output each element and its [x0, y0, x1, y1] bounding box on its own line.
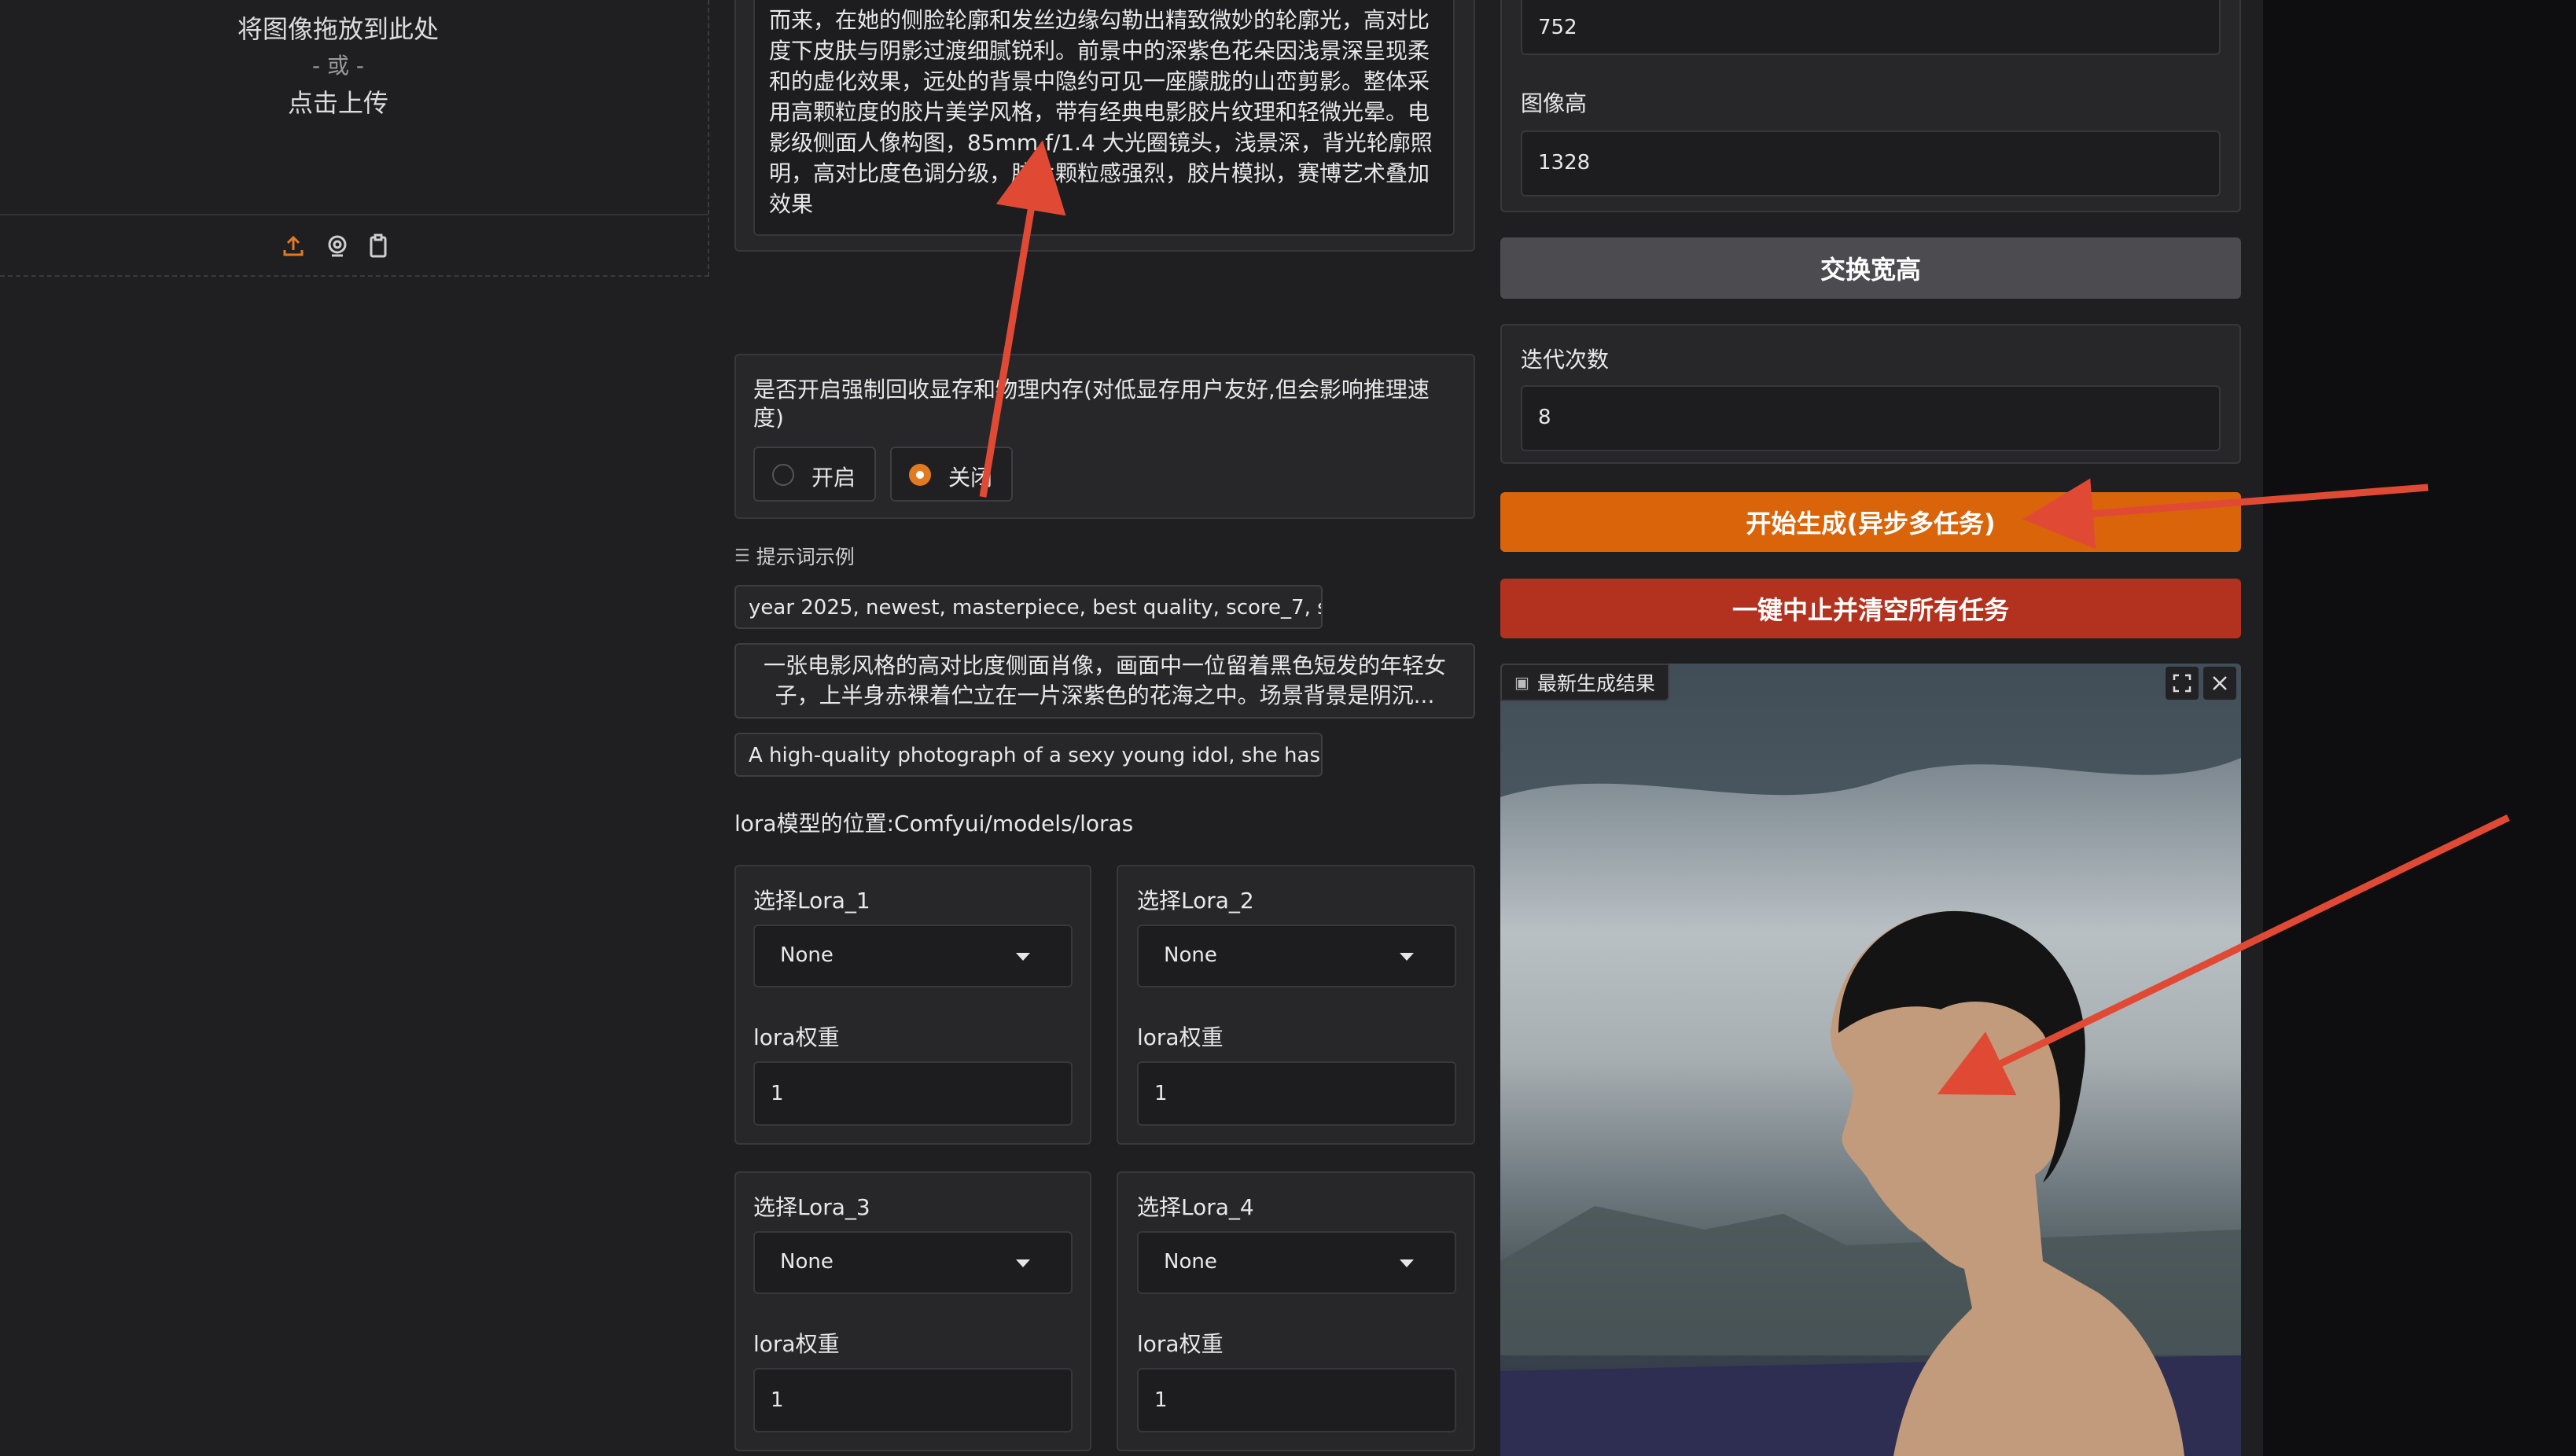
annotation-arrow [2022, 478, 2429, 550]
annotation-arrow [979, 140, 1066, 498]
annotation-arrows [979, 140, 2510, 1096]
annotation-arrow [1937, 814, 2510, 1096]
